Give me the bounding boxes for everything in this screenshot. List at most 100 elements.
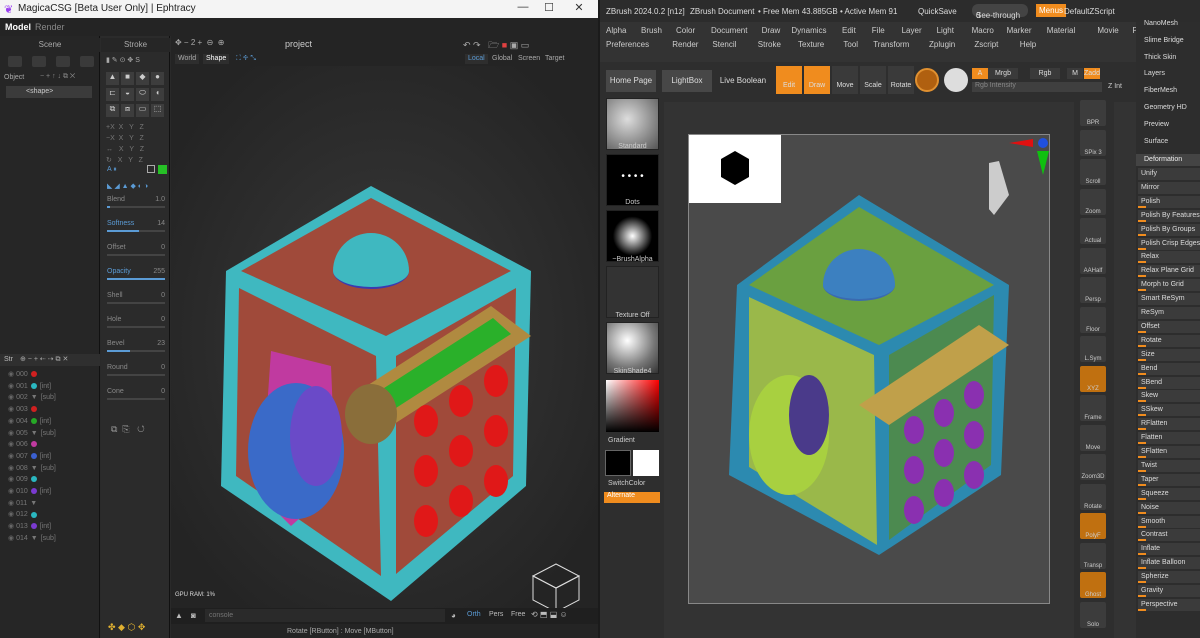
rgb-intensity-slider[interactable]: Rgb Intensity xyxy=(972,82,1102,92)
stroke-tool-icons[interactable]: ▮ ✎ ⊙ ✥ S xyxy=(106,56,166,66)
menu-marker[interactable]: Marker xyxy=(1007,26,1032,35)
edit-mode-draw-button[interactable]: Draw xyxy=(804,66,830,94)
deformation-item[interactable]: Morph to Grid xyxy=(1138,279,1200,292)
deformation-item[interactable]: ReSym xyxy=(1138,307,1200,319)
deformation-item[interactable]: Polish By Features xyxy=(1138,209,1200,222)
z-intensity-label[interactable]: Z Int xyxy=(1108,83,1122,90)
menu-dynamics[interactable]: Dynamics xyxy=(791,26,826,35)
expand-arrow-icon[interactable]: ▼ xyxy=(31,394,38,401)
deformation-item[interactable]: Flatten xyxy=(1138,432,1200,445)
menu-alpha[interactable]: Alpha xyxy=(606,26,626,35)
tree-row[interactable]: ◉ 002 ▼ [sub] xyxy=(8,393,56,401)
shape-primitive-icon[interactable]: ◆ xyxy=(136,72,149,85)
deformation-item[interactable]: Perspective xyxy=(1138,598,1200,611)
space-global-button[interactable]: Global xyxy=(489,54,515,64)
slider-track[interactable] xyxy=(107,206,165,208)
slider-track[interactable] xyxy=(107,398,165,400)
subpalette-thick-skin[interactable]: Thick Skin xyxy=(1144,54,1176,61)
camera-icon[interactable]: ◙ xyxy=(191,611,196,620)
select-icon[interactable] xyxy=(147,165,155,173)
deformation-item[interactable]: Mirror xyxy=(1138,181,1200,194)
minimize-button[interactable]: — xyxy=(510,1,536,13)
shape-primitive-grid[interactable]: ▲ ■ ◆ ● ⊏ ◒ ⬭ ◖ ⧉ ⧈ ▭ ⬚ xyxy=(106,72,166,120)
deformation-item[interactable]: Smooth xyxy=(1138,515,1200,528)
shape-primitive-icon[interactable]: ◒ xyxy=(121,88,134,101)
primary-color-swatch[interactable] xyxy=(605,450,631,476)
eye-icon[interactable]: ◉ xyxy=(8,500,16,507)
tree-row[interactable]: ◉ 013 [int] xyxy=(8,522,51,530)
subpalette-layers[interactable]: Layers xyxy=(1144,70,1165,77)
menus-button[interactable]: Menus xyxy=(1036,4,1067,17)
tree-row[interactable]: ◉ 006 xyxy=(8,440,40,448)
eye-icon[interactable]: ◉ xyxy=(8,476,16,483)
menu-light[interactable]: Light xyxy=(937,26,954,35)
shape-primitive-icon[interactable]: ⊏ xyxy=(106,88,119,101)
tree-row[interactable]: ◉ 010 [int] xyxy=(8,487,51,495)
play-icon[interactable]: ▲ xyxy=(175,611,183,620)
expand-arrow-icon[interactable]: ▼ xyxy=(31,430,38,437)
expand-arrow-icon[interactable]: ▼ xyxy=(30,500,37,507)
menu-color[interactable]: Color xyxy=(676,26,695,35)
shape-primitive-icon[interactable]: ● xyxy=(151,72,164,85)
alternate-button[interactable]: Alternate xyxy=(604,492,660,503)
console-input[interactable] xyxy=(205,609,445,622)
deformation-item[interactable]: Gravity xyxy=(1138,585,1200,597)
eye-icon[interactable]: ◉ xyxy=(8,535,16,542)
quicksave-button[interactable]: QuickSave xyxy=(918,7,957,16)
maximize-button[interactable]: ☐ xyxy=(536,1,562,14)
tree-icon[interactable] xyxy=(32,56,46,67)
menu-movie[interactable]: Movie xyxy=(1097,26,1118,35)
deformation-item[interactable]: Noise xyxy=(1138,501,1200,514)
menu-file[interactable]: File xyxy=(872,26,885,35)
eye-icon[interactable]: ◉ xyxy=(8,465,16,472)
stroke-slider[interactable]: Blend 1.0 xyxy=(107,196,165,208)
shape-primitive-icon[interactable]: ■ xyxy=(121,72,134,85)
stroke-slider[interactable]: Opacity 255 xyxy=(107,268,165,280)
rgb-rgb-button[interactable]: Rgb xyxy=(1030,68,1060,79)
menu-zscript[interactable]: Zscript xyxy=(974,40,998,49)
skinshade-material-icon[interactable] xyxy=(606,322,659,374)
shape-primitive-icon[interactable]: ⬭ xyxy=(136,88,149,101)
color-sphere-icon[interactable] xyxy=(944,68,968,92)
menu-render[interactable]: Render xyxy=(35,22,65,32)
deformation-item[interactable]: Polish Crisp Edges xyxy=(1138,237,1200,250)
eye-icon[interactable]: ◉ xyxy=(8,406,16,413)
eye-icon[interactable]: ◉ xyxy=(8,441,16,448)
rgb-mrgb-button[interactable]: Mrgb xyxy=(988,68,1018,79)
menu-brush[interactable]: Brush xyxy=(641,26,662,35)
slider-track[interactable] xyxy=(107,230,165,232)
deformation-item[interactable]: Polish xyxy=(1138,195,1200,208)
slider-track[interactable] xyxy=(107,302,165,304)
close-button[interactable]: ✕ xyxy=(566,1,592,14)
shape-primitive-icon[interactable]: ◖ xyxy=(151,88,164,101)
tree-row[interactable]: ◉ 004 [int] xyxy=(8,417,51,425)
space-local-button[interactable]: Local xyxy=(465,54,488,64)
copy-paste-icons[interactable]: ⧉ ⎘ ↺ xyxy=(111,424,145,435)
slider-track[interactable] xyxy=(107,374,165,376)
deformation-item[interactable]: SSkew xyxy=(1138,404,1200,417)
deformation-item[interactable]: Spherize xyxy=(1138,571,1200,584)
slider-track[interactable] xyxy=(107,254,165,256)
deformation-item[interactable]: SFlatten xyxy=(1138,446,1200,458)
rgb-m-button[interactable]: M xyxy=(1067,68,1083,79)
rgb-zadd-button[interactable]: Zadd xyxy=(1084,68,1100,79)
file-toolbar-icons[interactable]: ↶ ↷ 🗁 ■ ▣ ▭ xyxy=(463,38,529,54)
gear-icon[interactable] xyxy=(80,56,94,67)
stroke-slider[interactable]: Softness 14 xyxy=(107,220,165,232)
tree-row[interactable]: ◉ 001 [int] xyxy=(8,382,51,390)
zbrush-canvas[interactable] xyxy=(688,134,1050,604)
tree-row[interactable]: ◉ 008 ▼ [sub] xyxy=(8,464,56,472)
subpalette-nanomesh[interactable]: NanoMesh xyxy=(1144,20,1178,27)
color-picker[interactable] xyxy=(606,380,659,432)
sort-icon[interactable] xyxy=(56,56,70,67)
menu-edit[interactable]: Edit xyxy=(842,26,856,35)
eye-icon[interactable]: ◉ xyxy=(8,488,16,495)
subpalette-fibermesh[interactable]: FiberMesh xyxy=(1144,87,1177,94)
deformation-header[interactable]: Deformation xyxy=(1136,154,1200,166)
deformation-item[interactable]: Inflate xyxy=(1138,543,1200,556)
eye-icon[interactable]: ◉ xyxy=(8,523,16,530)
tree-toolbar-icons[interactable]: ⊕ − + ⇠ ⇢ ⧉ ✕ xyxy=(20,355,68,364)
menu-transform[interactable]: Transform xyxy=(873,40,909,49)
slider-track[interactable] xyxy=(107,350,165,352)
edit-mode-rotate-button[interactable]: Rotate xyxy=(888,66,914,94)
